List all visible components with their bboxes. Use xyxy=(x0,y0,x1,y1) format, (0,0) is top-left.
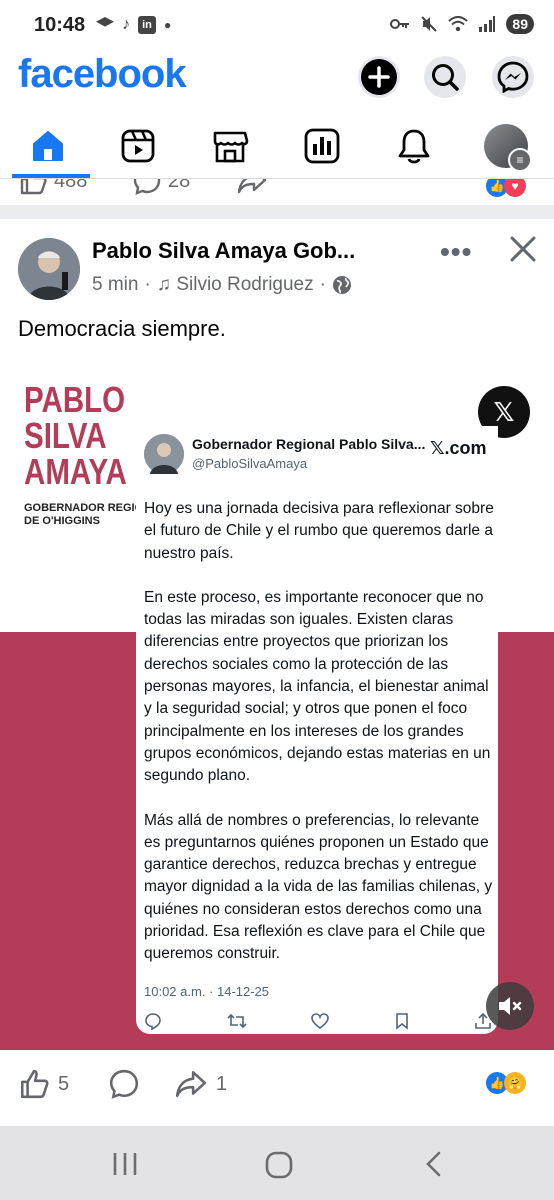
mute-icon xyxy=(421,16,438,32)
tab-home[interactable] xyxy=(26,124,70,168)
more-options-icon[interactable]: ••• xyxy=(440,236,472,268)
dashboard-icon xyxy=(304,128,340,164)
bell-icon xyxy=(398,129,430,164)
muted-speaker-icon xyxy=(499,997,522,1015)
search-icon xyxy=(432,64,459,91)
share-icon xyxy=(175,1071,207,1097)
reply-icon xyxy=(145,1013,161,1030)
post-music[interactable]: ♫ Silvio Rodriguez xyxy=(157,274,314,296)
dot-icon: ● xyxy=(164,18,172,32)
share-button[interactable]: 1 xyxy=(174,1068,227,1100)
home-nav-icon[interactable] xyxy=(264,1150,294,1180)
media-brand-subtitle: GOBERNADOR REGIÓN DE O'HIGGINS xyxy=(24,502,152,527)
prev-share-button[interactable] xyxy=(236,179,268,194)
love-reaction-icon: ♥ xyxy=(504,179,526,197)
search-button[interactable] xyxy=(424,56,466,98)
tweet-actions xyxy=(144,1012,492,1030)
bookmark-icon xyxy=(395,1013,408,1030)
mute-toggle[interactable] xyxy=(486,982,534,1030)
reels-icon xyxy=(121,129,155,163)
heart-icon xyxy=(311,1013,329,1029)
share-count: 1 xyxy=(216,1072,228,1095)
add-icon xyxy=(361,59,397,95)
comment-icon xyxy=(133,179,161,195)
tweet-card: Gobernador Regional Pablo Silva... @Pabl… xyxy=(136,426,498,1034)
tweet-source: 𝕏.com xyxy=(430,438,487,458)
media-brand-title: PABLO SILVA AMAYA xyxy=(24,379,127,492)
tweet-author-name: Gobernador Regional Pablo Silva... xyxy=(192,436,426,452)
share-icon xyxy=(237,179,267,194)
like-count: 5 xyxy=(58,1072,70,1095)
like-icon xyxy=(20,179,47,195)
status-system-icons: 89 xyxy=(390,14,534,34)
like-button[interactable]: 5 xyxy=(18,1068,69,1100)
like-icon xyxy=(20,1069,49,1099)
back-icon[interactable] xyxy=(422,1150,446,1178)
home-icon xyxy=(33,131,63,161)
tiktok-icon: ♪ xyxy=(122,16,130,33)
prev-reactions[interactable]: 👍 ♥ xyxy=(486,179,526,197)
create-button[interactable] xyxy=(358,56,400,98)
signal-icon xyxy=(479,16,496,32)
status-notification-icons: ♪ in ● xyxy=(96,16,171,34)
post-meta: 5 min · ♫ Silvio Rodriguez · xyxy=(92,274,352,296)
post-text: Democracia siempre. xyxy=(18,316,226,341)
author-name[interactable]: Pablo Silva Amaya Gob... xyxy=(92,238,412,264)
author-avatar[interactable] xyxy=(18,238,80,300)
messenger-icon xyxy=(497,61,529,93)
tab-menu[interactable]: ≡ xyxy=(484,124,532,172)
dropbox-icon xyxy=(96,17,114,27)
reactions-summary[interactable]: 👍 🤗 xyxy=(486,1072,526,1094)
tweet-paragraph: Más allá de nombres o preferencias, lo r… xyxy=(144,811,493,963)
key-icon xyxy=(390,19,410,29)
prev-comment-count: 28 xyxy=(168,179,191,192)
care-reaction-icon: 🤗 xyxy=(504,1072,526,1094)
tweet-body: Hoy es una jornada decisiva para reflexi… xyxy=(144,498,496,988)
facebook-logo[interactable]: facebook xyxy=(18,52,187,97)
post-time[interactable]: 5 min xyxy=(92,274,138,296)
status-time: 10:48 xyxy=(34,14,86,36)
prev-comment-button[interactable]: 28 xyxy=(132,179,191,195)
tab-marketplace[interactable] xyxy=(208,124,252,168)
tab-notifications[interactable] xyxy=(392,124,436,168)
tweet-avatar xyxy=(144,434,184,474)
menu-icon: ≡ xyxy=(508,148,532,172)
wifi-icon xyxy=(448,16,469,32)
marketplace-icon xyxy=(213,131,249,163)
recent-apps-icon[interactable] xyxy=(110,1150,140,1178)
linkedin-icon: in xyxy=(138,16,156,34)
messenger-button[interactable] xyxy=(492,56,534,98)
tweet-paragraph: Hoy es una jornada decisiva para reflexi… xyxy=(144,500,494,562)
tweet-timestamp: 10:02 a.m. · 14-12-25 xyxy=(144,984,270,999)
author-photo xyxy=(18,238,80,300)
tweet-paragraph: En este proceso, es importante reconocer… xyxy=(144,588,491,785)
prev-like-button[interactable]: 488 xyxy=(18,179,88,195)
tweet-author-handle: @PabloSilvaAmaya xyxy=(192,456,308,471)
tab-dashboard[interactable] xyxy=(300,124,344,168)
globe-icon xyxy=(332,276,351,294)
close-icon[interactable] xyxy=(506,232,540,266)
comment-button[interactable] xyxy=(108,1068,140,1100)
previous-post-footer: 488 28 👍 ♥ xyxy=(0,179,554,203)
profile-avatar: ≡ xyxy=(484,124,532,172)
comment-icon xyxy=(109,1069,139,1099)
tab-reels[interactable] xyxy=(116,124,160,168)
retweet-icon xyxy=(226,1013,247,1029)
post-separator xyxy=(0,205,554,219)
tweet-author-photo xyxy=(144,434,184,474)
battery-indicator: 89 xyxy=(506,14,534,34)
prev-like-count: 488 xyxy=(54,179,88,192)
post-media[interactable]: PABLO SILVA AMAYA GOBERNADOR REGIÓN DE O… xyxy=(0,366,554,1050)
